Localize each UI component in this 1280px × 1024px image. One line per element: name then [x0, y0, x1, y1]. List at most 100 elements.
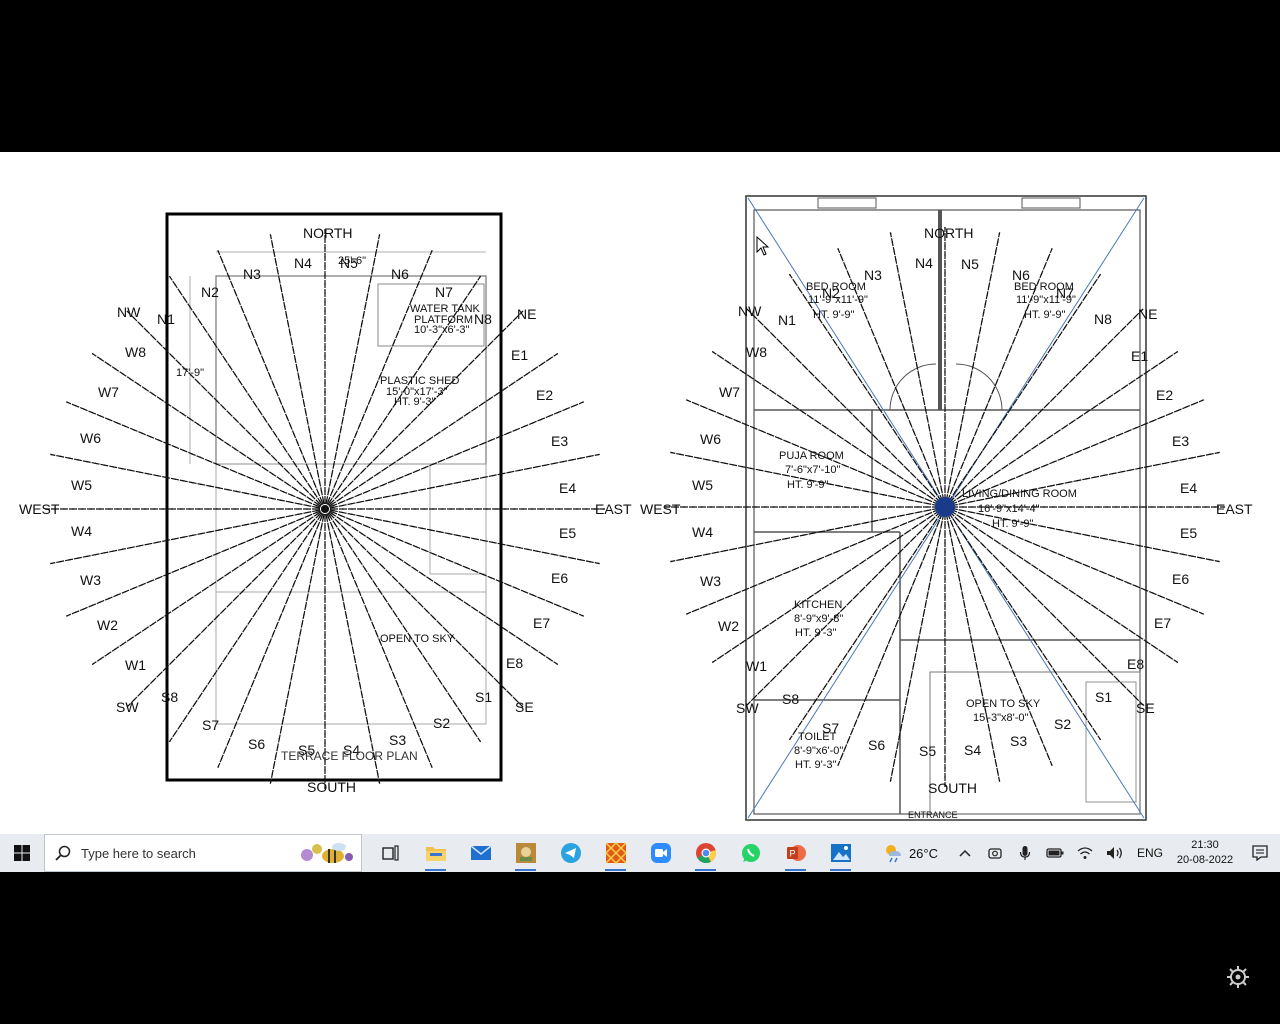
ground-w1: W1 — [746, 658, 767, 674]
ground-nw-label: NW — [738, 303, 762, 319]
task-view-button[interactable] — [368, 834, 413, 872]
living-room-label: LIVING/DINING ROOM — [962, 488, 1077, 500]
bedroom-2-dims: 11'-9"x11'-9" — [1016, 294, 1076, 306]
ground-north-label: NORTH — [924, 225, 974, 241]
ground-west-label: WEST — [640, 501, 681, 517]
terrace-west-label: WEST — [19, 501, 60, 517]
show-hidden-icons-button[interactable] — [950, 834, 980, 872]
bedroom-1-dims: 11'-9"x11'-9" — [808, 294, 868, 306]
terrace-e5: E5 — [559, 525, 576, 541]
terrace-s2: S2 — [433, 715, 450, 731]
terrace-n2: N2 — [201, 284, 219, 300]
volume-tray-button[interactable] — [1100, 834, 1130, 872]
camera-icon — [988, 848, 1002, 859]
battery-icon — [1046, 848, 1064, 858]
ground-e1: E1 — [1131, 348, 1148, 364]
wifi-tray-button[interactable] — [1070, 834, 1100, 872]
windows-logo-icon — [14, 845, 30, 861]
chevron-up-icon — [959, 849, 971, 857]
search-input[interactable] — [79, 844, 283, 862]
terrace-nw-label: NW — [117, 304, 141, 320]
microphone-tray-button[interactable] — [1010, 834, 1040, 872]
photos-button[interactable] — [818, 834, 863, 872]
open-sky-label: OPEN TO SKY — [966, 698, 1041, 710]
toilet-label: TOILET — [798, 731, 837, 743]
toilet-ht: HT. 9'-3" — [795, 759, 837, 771]
notification-center-button[interactable] — [1240, 834, 1280, 872]
puja-room-label: PUJA ROOM — [779, 450, 844, 462]
photo-app-button[interactable] — [503, 834, 548, 872]
windows-taskbar: P 26°C — [0, 834, 1280, 872]
ground-sw-label: SW — [736, 700, 759, 716]
file-explorer-button[interactable] — [413, 834, 458, 872]
puja-room-ht: HT. 9'-9" — [787, 479, 829, 491]
whatsapp-button[interactable] — [728, 834, 773, 872]
ground-ne-label: NE — [1138, 306, 1157, 322]
terrace-e2: E2 — [536, 387, 553, 403]
living-room-dims: 16'-9"x14'-4" — [978, 503, 1040, 515]
pattern-app-button[interactable] — [593, 834, 638, 872]
terrace-tank-dims: 10'-3"x6'-3" — [414, 324, 470, 336]
ground-n3: N3 — [864, 267, 882, 283]
ground-s3: S3 — [1010, 733, 1027, 749]
camera-tray-button[interactable] — [980, 834, 1010, 872]
ground-south-label: SOUTH — [928, 780, 977, 796]
mouse-cursor-icon — [756, 236, 770, 256]
system-clock[interactable]: 21:30 20-08-2022 — [1170, 838, 1240, 868]
ground-n4: N4 — [915, 255, 933, 271]
photo-app-icon — [515, 843, 536, 863]
wifi-icon — [1077, 847, 1093, 859]
terrace-north-label: NORTH — [303, 225, 353, 241]
ground-w3: W3 — [700, 573, 721, 589]
terrace-plan: NORTH SOUTH EAST WEST NW NE SW SE N1 N2 … — [19, 212, 632, 795]
ground-se-label: SE — [1136, 700, 1155, 716]
terrace-south-label: SOUTH — [307, 779, 356, 795]
terrace-n1: N1 — [157, 311, 175, 327]
terrace-n3: N3 — [243, 266, 261, 282]
terrace-open-to-sky: OPEN TO SKY — [380, 633, 455, 645]
terrace-w8: W8 — [125, 344, 146, 360]
terrace-se-label: SE — [515, 699, 534, 715]
ground-w8: W8 — [746, 344, 767, 360]
start-button[interactable] — [0, 834, 44, 872]
terrace-e6: E6 — [551, 570, 568, 586]
terrace-n6: N6 — [391, 266, 409, 282]
weather-temp: 26°C — [908, 845, 938, 861]
terrace-s3: S3 — [389, 732, 406, 748]
battery-tray-button[interactable] — [1040, 834, 1070, 872]
telegram-button[interactable] — [548, 834, 593, 872]
bedroom-1-ht: HT. 9'-9" — [813, 309, 855, 321]
ground-e2: E2 — [1156, 387, 1173, 403]
ground-e8: E8 — [1127, 656, 1144, 672]
ground-east-label: EAST — [1216, 501, 1253, 517]
puja-room-dims: 7'-6"x7'-10" — [785, 464, 841, 476]
ground-s5: S5 — [919, 743, 936, 759]
bedroom-2-label: BED ROOM — [1014, 281, 1074, 293]
terrace-e4: E4 — [559, 480, 576, 496]
pattern-app-icon — [604, 842, 627, 864]
entrance-label: ENTRANCE — [908, 810, 958, 820]
search-highlight-bee-icon — [301, 843, 353, 863]
terrace-w1: W1 — [125, 657, 146, 673]
ground-n5: N5 — [961, 256, 979, 272]
terrace-e3: E3 — [551, 433, 568, 449]
terrace-ne-label: NE — [517, 306, 536, 322]
powerpoint-button[interactable]: P — [773, 834, 818, 872]
zoom-button[interactable] — [638, 834, 683, 872]
chrome-button[interactable] — [683, 834, 728, 872]
screen-recorder-gear-icon[interactable] — [1226, 965, 1250, 989]
powerpoint-icon: P — [786, 845, 806, 861]
terrace-n7: N7 — [435, 284, 453, 300]
mail-button[interactable] — [458, 834, 503, 872]
weather-rain-icon — [885, 845, 901, 863]
terrace-plan-title: TERRACE FLOOR PLAN — [281, 749, 418, 763]
taskbar-search-box[interactable] — [44, 834, 362, 872]
input-language-button[interactable]: ENG — [1130, 846, 1170, 860]
weather-widget[interactable]: 26°C — [883, 843, 938, 863]
ground-s4: S4 — [964, 742, 981, 758]
ground-w6: W6 — [700, 431, 721, 447]
speaker-icon — [1107, 847, 1122, 859]
bedroom-1-label: BED ROOM — [806, 281, 866, 293]
ground-n1: N1 — [778, 312, 796, 328]
ground-w4: W4 — [692, 524, 713, 540]
